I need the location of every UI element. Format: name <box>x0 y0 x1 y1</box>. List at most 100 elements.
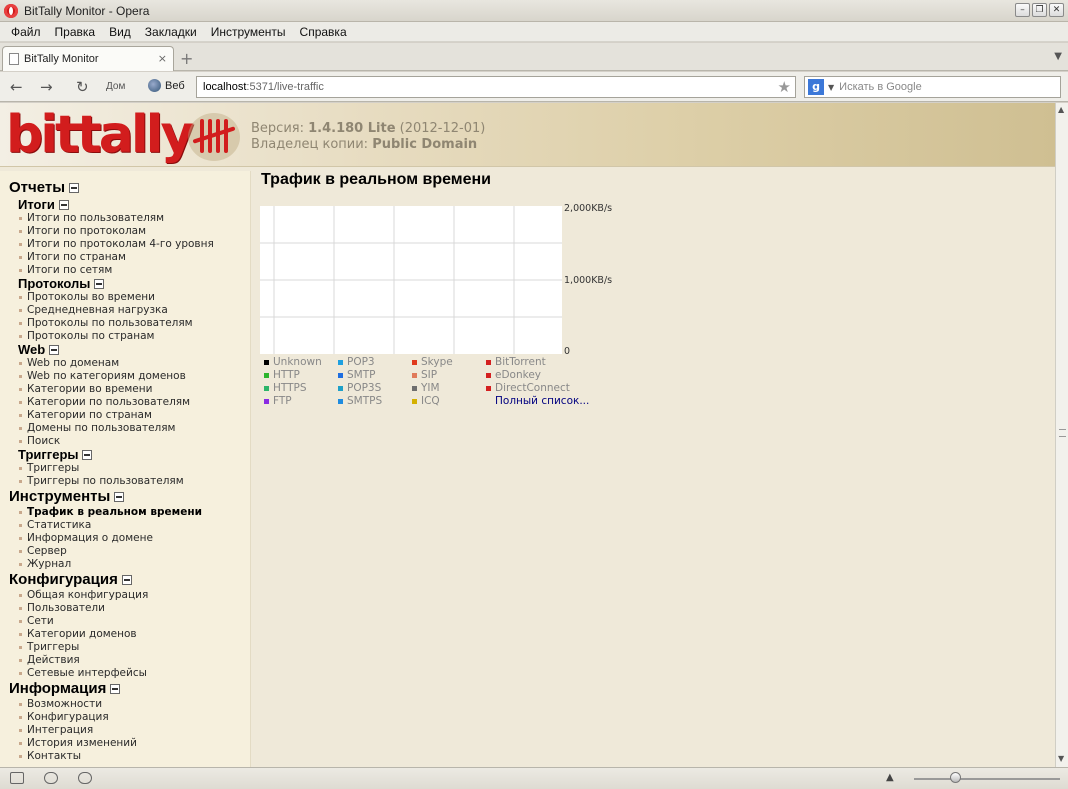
collapse-icon[interactable] <box>114 491 125 502</box>
sidebar-link[interactable]: Категории во времени <box>19 383 152 395</box>
sidebar-link[interactable]: Поиск <box>19 435 60 447</box>
legend-swatch <box>412 398 417 404</box>
tab-bar: BitTally Monitor × + ▼ <box>0 43 1068 71</box>
sidebar-link[interactable]: Домены по пользователям <box>19 422 175 434</box>
collapse-icon[interactable] <box>121 574 132 585</box>
search-placeholder: Искать в Google <box>839 81 922 93</box>
collapse-icon[interactable] <box>82 449 93 460</box>
sidebar-link-active[interactable]: Трафик в реальном времени <box>19 506 202 518</box>
tab-close-icon[interactable]: × <box>158 52 167 65</box>
menu-edit[interactable]: Правка <box>48 25 103 39</box>
bittally-logo[interactable]: bittally <box>6 105 194 165</box>
sidebar-link[interactable]: Web по доменам <box>19 357 119 369</box>
subsection-protocols[interactable]: Протоколы <box>18 276 105 291</box>
sidebar-link[interactable]: Итоги по сетям <box>19 264 112 276</box>
sidebar-link[interactable]: Возможности <box>19 698 102 710</box>
reload-icon[interactable]: ↻ <box>76 78 89 96</box>
sidebar-link[interactable]: Интеграция <box>19 724 93 736</box>
legend-swatch <box>412 359 417 365</box>
forward-arrow-icon[interactable]: → <box>40 78 53 96</box>
unite-cloud-icon[interactable] <box>44 772 58 784</box>
tab-list-chevron-icon[interactable]: ▼ <box>1054 51 1062 62</box>
new-tab-icon[interactable]: + <box>180 49 193 68</box>
sidebar-link[interactable]: Контакты <box>19 750 81 762</box>
sidebar-link[interactable]: Общая конфигурация <box>19 589 148 601</box>
google-icon[interactable]: g <box>808 79 824 95</box>
sidebar-link[interactable]: Протоколы во времени <box>19 291 155 303</box>
version-date: (2012-12-01) <box>399 121 486 136</box>
sidebar-link[interactable]: Итоги по протоколам <box>19 225 146 237</box>
menu-bookmarks[interactable]: Закладки <box>138 25 204 39</box>
collapse-icon[interactable] <box>69 182 80 193</box>
sidebar-link[interactable]: Категории по пользователям <box>19 396 190 408</box>
sidebar-link[interactable]: Итоги по пользователям <box>19 212 164 224</box>
scroll-up-icon[interactable]: ▲ <box>1058 105 1064 114</box>
section-config[interactable]: Конфигурация <box>9 571 132 588</box>
collapse-icon[interactable] <box>58 199 69 210</box>
search-engine-dropdown-icon[interactable]: ▼ <box>828 83 834 92</box>
web-button[interactable]: Веб <box>148 79 185 92</box>
sidebar-link[interactable]: Статистика <box>19 519 91 531</box>
sidebar-link[interactable]: Категории доменов <box>19 628 137 640</box>
sidebar-link[interactable]: Триггеры по пользователям <box>19 475 184 487</box>
address-input[interactable]: localhost:5371/live-traffic ★ <box>196 76 796 98</box>
version-value: 1.4.180 Lite <box>308 121 396 136</box>
sidebar-link[interactable]: Web по категориям доменов <box>19 370 186 382</box>
legend-swatch <box>486 359 491 365</box>
sidebar-link[interactable]: Протоколы по пользователям <box>19 317 193 329</box>
zoom-slider-track[interactable] <box>914 778 1060 780</box>
menu-file[interactable]: Файл <box>4 25 48 39</box>
zoom-up-icon[interactable]: ▲ <box>886 772 894 783</box>
panel-toggle-icon[interactable] <box>10 772 24 784</box>
tab-bittally[interactable]: BitTally Monitor × <box>2 46 174 71</box>
collapse-icon[interactable] <box>110 683 121 694</box>
legend-item: HTTP <box>264 369 300 381</box>
menu-tools[interactable]: Инструменты <box>204 25 293 39</box>
section-info[interactable]: Информация <box>9 680 121 697</box>
sidebar-link[interactable]: Среднедневная нагрузка <box>19 304 168 316</box>
back-arrow-icon[interactable]: ← <box>10 78 23 96</box>
sidebar-link[interactable]: Триггеры <box>19 462 79 474</box>
collapse-icon[interactable] <box>49 344 60 355</box>
opera-logo-icon[interactable] <box>4 3 18 18</box>
legend-swatch <box>264 398 269 404</box>
sidebar-link[interactable]: Категории по странам <box>19 409 152 421</box>
sidebar-link[interactable]: Итоги по протоколам 4-го уровня <box>19 238 214 250</box>
scroll-grip[interactable] <box>1059 429 1066 437</box>
sidebar-link[interactable]: Конфигурация <box>19 711 109 723</box>
sidebar-link[interactable]: Сервер <box>19 545 67 557</box>
subsection-web[interactable]: Web <box>18 342 60 357</box>
menu-help[interactable]: Справка <box>293 25 354 39</box>
sidebar-link[interactable]: Действия <box>19 654 80 666</box>
legend-item: POP3 <box>338 356 375 368</box>
zoom-slider-knob[interactable] <box>950 772 961 783</box>
collapse-icon[interactable] <box>94 278 105 289</box>
sidebar-link[interactable]: Триггеры <box>19 641 79 653</box>
full-list-link[interactable]: Полный список... <box>495 395 589 407</box>
restore-button[interactable]: ❐ <box>1032 3 1047 17</box>
vertical-scrollbar[interactable]: ▲ ▼ <box>1055 103 1068 767</box>
sidebar-link[interactable]: Сетевые интерфейсы <box>19 667 147 679</box>
sidebar-link[interactable]: История изменений <box>19 737 137 749</box>
legend-item: HTTPS <box>264 382 307 394</box>
sidebar-link[interactable]: Пользователи <box>19 602 105 614</box>
sidebar-link[interactable]: Журнал <box>19 558 71 570</box>
sidebar-link[interactable]: Итоги по странам <box>19 251 126 263</box>
scroll-down-icon[interactable]: ▼ <box>1058 754 1064 763</box>
minimize-button[interactable]: – <box>1015 3 1030 17</box>
sidebar-link[interactable]: Протоколы по странам <box>19 330 154 342</box>
search-input[interactable]: g ▼ Искать в Google <box>804 76 1061 98</box>
home-label[interactable]: Дом <box>106 81 125 92</box>
subsection-triggers[interactable]: Триггеры <box>18 447 93 462</box>
section-tools[interactable]: Инструменты <box>9 488 125 505</box>
section-reports[interactable]: Отчеты <box>9 179 80 196</box>
close-button[interactable]: ✕ <box>1049 3 1064 17</box>
bookmark-star-icon[interactable]: ★ <box>778 78 791 96</box>
turbo-icon[interactable] <box>78 772 92 784</box>
sidebar-link[interactable]: Сети <box>19 615 54 627</box>
sidebar-link[interactable]: Информация о домене <box>19 532 153 544</box>
y-tick-label: 0 <box>564 346 570 357</box>
subsection-totals[interactable]: Итоги <box>18 197 69 212</box>
legend-swatch <box>264 372 269 378</box>
menu-view[interactable]: Вид <box>102 25 138 39</box>
